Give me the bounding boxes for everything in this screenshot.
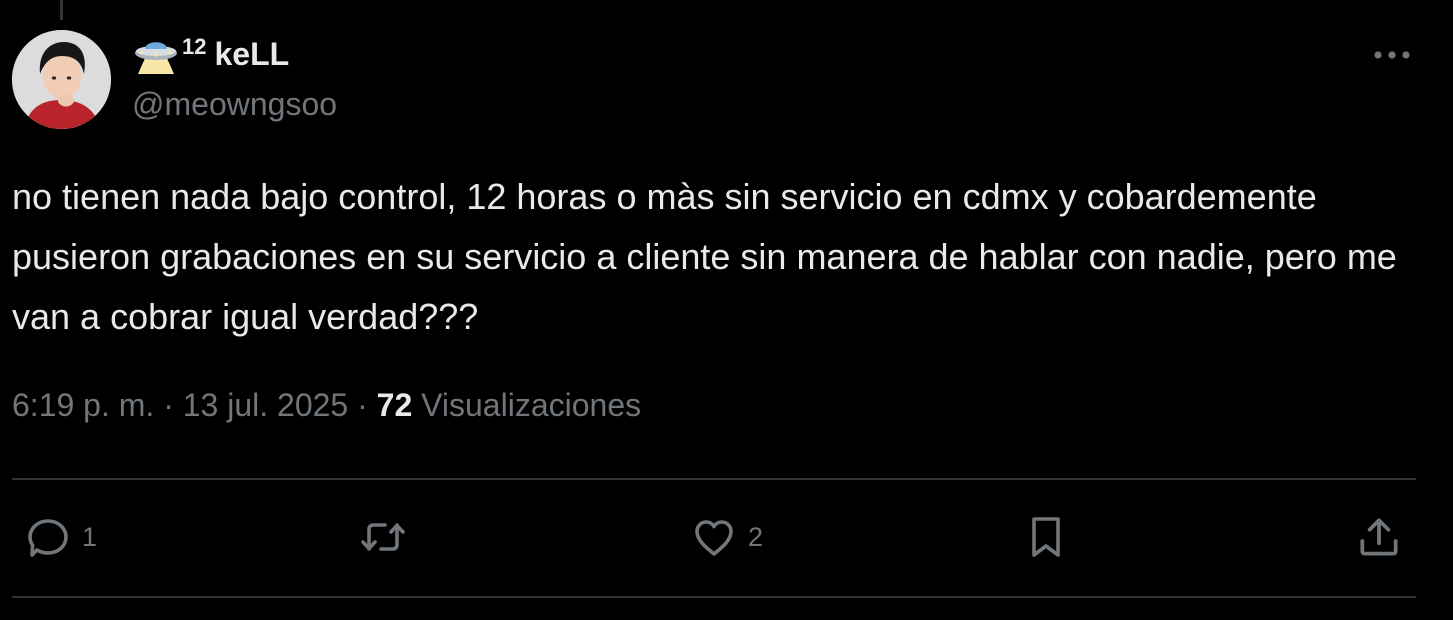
avatar-image: [12, 30, 111, 129]
more-options-button[interactable]: [1366, 38, 1418, 72]
actions-divider-top: [12, 478, 1416, 480]
retweet-button[interactable]: [355, 509, 419, 565]
ufo-icon: [135, 42, 177, 74]
display-name[interactable]: keLL: [214, 36, 289, 73]
avatar[interactable]: [12, 30, 111, 129]
views-count: 72: [376, 387, 413, 423]
tweet-text: no tienen nada bajo control, 12 horas o …: [12, 176, 1397, 337]
views-label: Visualizaciones: [421, 387, 642, 423]
more-dots-icon: [1374, 51, 1410, 59]
bookmark-icon: [1032, 517, 1060, 557]
reply-count: 1: [82, 521, 98, 552]
actions-divider-bottom: [12, 596, 1416, 598]
bookmark-button[interactable]: [1022, 509, 1070, 565]
author-name-row[interactable]: 12 keLL: [132, 32, 289, 76]
user-handle[interactable]: @meowngsoo: [132, 86, 337, 123]
like-count: 2: [748, 521, 764, 552]
meta-separator: ·: [154, 387, 183, 423]
like-button[interactable]: 2: [688, 509, 763, 565]
tweet-metadata: 6:19 p. m. · 13 jul. 2025 · 72 Visualiza…: [12, 387, 641, 424]
retweet-icon: [361, 523, 405, 551]
share-button[interactable]: [1351, 509, 1407, 565]
meta-separator: ·: [348, 387, 377, 423]
share-icon: [1360, 518, 1398, 556]
heart-icon: [695, 520, 733, 556]
tweet-date[interactable]: 13 jul. 2025: [183, 387, 348, 423]
display-name-superscript: 12: [182, 34, 207, 59]
reply-button[interactable]: 1: [22, 509, 97, 565]
reply-icon: [28, 519, 68, 557]
thread-connector-line: [60, 0, 63, 20]
tweet-container: 12 keLL @meowngsoo no tienen nada bajo c…: [0, 0, 1453, 620]
tweet-time[interactable]: 6:19 p. m.: [12, 387, 154, 423]
